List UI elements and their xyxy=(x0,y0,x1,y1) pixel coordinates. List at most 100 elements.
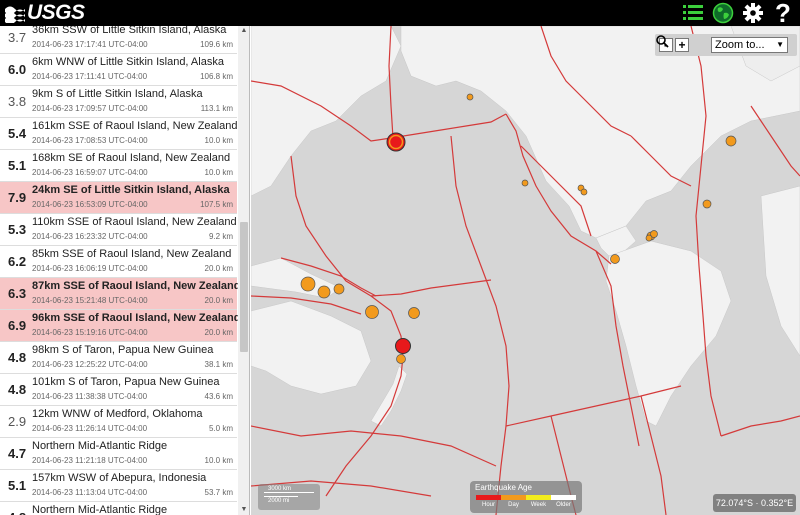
magnitude: 4.7 xyxy=(8,446,27,461)
magnitude: 6.2 xyxy=(8,254,27,269)
scroll-thumb[interactable] xyxy=(240,222,248,352)
usgs-wave-icon xyxy=(5,6,25,23)
magnitude: 6.0 xyxy=(8,62,27,77)
eq-marker[interactable] xyxy=(333,283,345,295)
event-time: 2014-06-23 16:53:09 UTC-04:00 xyxy=(32,200,148,209)
legend-label-week: Week xyxy=(530,502,547,508)
eq-marker[interactable] xyxy=(521,179,529,187)
earthquake-list-item[interactable]: 5.4 161km SSE of Raoul Island, New Zealan… xyxy=(0,118,237,150)
earthquake-list-item[interactable]: 3.7 36km SSW of Little Sitkin Island, Ala… xyxy=(0,26,237,54)
event-depth: 38.1 km xyxy=(204,360,233,369)
list-scrollbar[interactable]: ▲ ▼ xyxy=(238,26,249,515)
event-time: 2014-06-23 11:26:14 UTC-04:00 xyxy=(32,424,148,433)
earthquake-list-item[interactable]: 4.7 Northern Mid-Atlantic Ridge 2014-06-23… xyxy=(0,438,237,470)
place-name: 6km WNW of Little Sitkin Island, Alaska xyxy=(32,56,224,68)
event-depth: 20.0 km xyxy=(204,264,233,273)
event-time: 2014-06-23 17:09:57 UTC-04:00 xyxy=(32,104,148,113)
earthquake-list-item[interactable]: 2.9 12km WNW of Medford, Oklahoma 2014-06-… xyxy=(0,406,237,438)
globe-icon[interactable] xyxy=(710,1,736,25)
gear-icon[interactable] xyxy=(740,1,766,25)
map-canvas[interactable] xyxy=(251,26,800,515)
earthquake-list-item[interactable]: 7.9 24km SE of Little Sitkin Island, Alas… xyxy=(0,182,237,214)
earthquake-age-legend: Earthquake Age Hour Day Week Older xyxy=(470,481,582,513)
magnitude: 6.9 xyxy=(8,318,27,333)
event-time: 2014-06-23 11:38:38 UTC-04:00 xyxy=(32,392,148,401)
scale-km-label: 3000 km xyxy=(268,486,292,492)
zoom-to-select[interactable]: Zoom to... ▼ xyxy=(711,37,788,53)
scroll-up-arrow-icon[interactable]: ▲ xyxy=(238,26,249,36)
legend-label-day: Day xyxy=(508,502,519,508)
magnitude: 6.3 xyxy=(8,286,27,301)
event-depth: 20.0 km xyxy=(204,328,233,337)
eq-marker[interactable] xyxy=(645,234,653,242)
scroll-down-arrow-icon[interactable]: ▼ xyxy=(238,505,249,515)
legend-swatch-day xyxy=(501,495,526,500)
magnitude: 3.7 xyxy=(8,30,27,45)
event-time: 2014-06-23 15:21:48 UTC-04:00 xyxy=(32,296,148,305)
earthquake-list-item[interactable]: 4.8 101km S of Taron, Papua New Guinea 201… xyxy=(0,374,237,406)
magnitude: 4.8 xyxy=(8,510,26,515)
event-depth: 10.0 km xyxy=(204,136,233,145)
magnitude: 4.8 xyxy=(8,382,27,397)
earthquake-list-item[interactable]: 6.0 6km WNW of Little Sitkin Island, Alas… xyxy=(0,54,237,86)
place-name: 9km S of Little Sitkin Island, Alaska xyxy=(32,88,203,100)
help-icon[interactable]: ? xyxy=(770,0,796,26)
earthquake-list-item[interactable]: 4.8 98km S of Taron, Papua New Guinea 2014… xyxy=(0,342,237,374)
event-time: 2014-06-23 17:17:41 UTC-04:00 xyxy=(32,40,148,49)
place-name: 161km SSE of Raoul Island, New Zealand xyxy=(32,120,238,132)
eq-marker[interactable] xyxy=(702,199,712,209)
eq-marker[interactable] xyxy=(300,276,316,292)
event-depth: 113.1 km xyxy=(200,104,233,113)
eq-marker[interactable] xyxy=(466,93,474,101)
legend-swatch-hour xyxy=(476,495,501,500)
event-time: 2014-06-23 16:23:32 UTC-04:00 xyxy=(32,232,148,241)
scale-bar-mi xyxy=(264,496,298,497)
event-depth: 107.5 km xyxy=(200,200,233,209)
event-time: 2014-06-23 12:25:22 UTC-04:00 xyxy=(32,360,148,369)
magnitude: 2.9 xyxy=(8,414,27,429)
event-depth: 20.0 km xyxy=(204,296,233,305)
eq-marker-raoul-major[interactable] xyxy=(395,338,411,354)
eq-marker[interactable] xyxy=(610,254,620,264)
logo-text: USGS xyxy=(27,1,85,24)
earthquake-list-item[interactable]: 6.9 96km SSE of Raoul Island, New Zealand… xyxy=(0,310,240,342)
usgs-logo[interactable]: USGS xyxy=(4,1,85,24)
place-name: 12km WNW of Medford, Oklahoma xyxy=(32,408,203,420)
event-time: 2014-06-23 16:59:07 UTC-04:00 xyxy=(32,168,148,177)
earthquake-list-item[interactable]: 4.8 Northern Mid-Atlantic Ridge xyxy=(0,502,237,515)
earthquake-list-item[interactable]: 5.1 168km SE of Raoul Island, New Zealand… xyxy=(0,150,237,182)
map-scale: 3000 km 2000 mi xyxy=(258,484,320,510)
magnifier-icon[interactable] xyxy=(656,35,705,52)
earthquake-list-item[interactable]: 5.1 157km WSW of Abepura, Indonesia 2014-0… xyxy=(0,470,237,502)
header-bar: USGS ? xyxy=(0,0,800,26)
scale-mi-label: 2000 mi xyxy=(268,498,290,504)
magnitude: 4.8 xyxy=(8,350,27,365)
event-time: 2014-06-23 11:21:18 UTC-04:00 xyxy=(32,456,148,465)
event-depth: 106.8 km xyxy=(200,72,233,81)
cursor-coordinates: 72.074°S · 0.352°E xyxy=(713,494,796,512)
earthquake-map-app: USGS ? 3.7 36km SSW of Little Sitkin Isl… xyxy=(0,0,800,515)
event-depth: 43.6 km xyxy=(204,392,233,401)
earthquake-list-item[interactable]: 6.3 87km SSE of Raoul Island, New Zealand… xyxy=(0,278,240,310)
list-icon[interactable] xyxy=(680,1,706,25)
zoom-in-button[interactable]: + xyxy=(675,38,689,52)
place-name: Northern Mid-Atlantic Ridge xyxy=(32,504,168,515)
eq-marker[interactable] xyxy=(408,307,420,319)
legend-swatch-older xyxy=(551,495,576,500)
earthquake-list-item[interactable]: 5.3 110km SSE of Raoul Island, New Zealan… xyxy=(0,214,237,246)
eq-marker[interactable] xyxy=(580,188,588,196)
event-depth: 109.6 km xyxy=(200,40,233,49)
event-time: 2014-06-23 17:08:53 UTC-04:00 xyxy=(32,136,148,145)
event-time: 2014-06-23 16:06:19 UTC-04:00 xyxy=(32,264,148,273)
earthquake-list-item[interactable]: 3.8 9km S of Little Sitkin Island, Alaska… xyxy=(0,86,237,118)
eq-marker[interactable] xyxy=(725,135,737,147)
eq-marker[interactable] xyxy=(365,305,379,319)
magnitude: 5.3 xyxy=(8,222,27,237)
event-time: 2014-06-23 15:19:16 UTC-04:00 xyxy=(32,328,148,337)
eq-marker[interactable] xyxy=(396,354,406,364)
earthquake-list-item[interactable]: 6.2 85km SSE of Raoul Island, New Zealand… xyxy=(0,246,237,278)
zoom-controls: - + Zoom to... ▼ xyxy=(655,34,797,56)
earthquake-map[interactable]: - + Zoom to... ▼ 3000 km 2000 mi Earthqu… xyxy=(251,26,800,515)
eq-marker[interactable] xyxy=(317,285,331,299)
legend-label-hour: Hour xyxy=(481,502,495,508)
